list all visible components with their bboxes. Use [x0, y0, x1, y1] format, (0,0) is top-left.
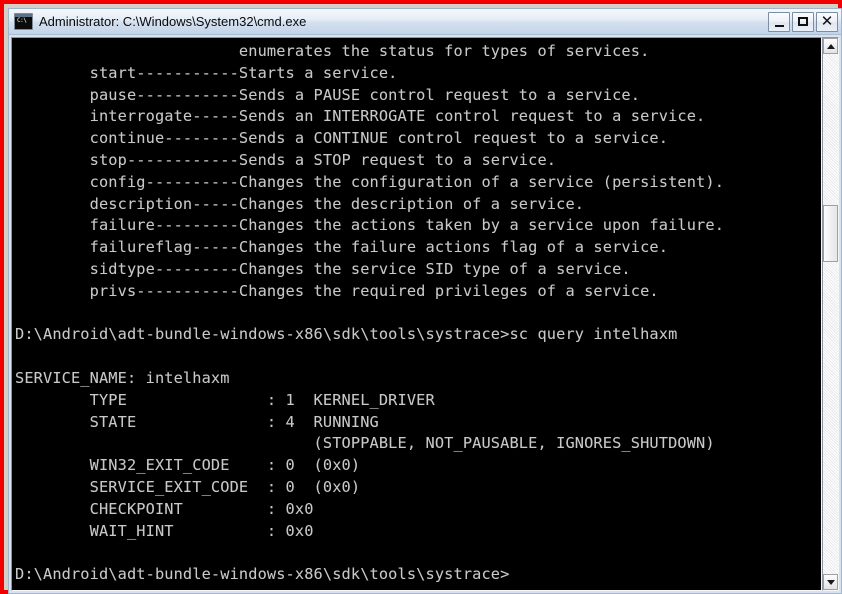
console-line: enumerates the status for types of servi…	[15, 42, 650, 60]
chevron-up-icon	[826, 43, 835, 49]
console-line: stop------------Sends a STOP request to …	[15, 150, 557, 169]
cmd-console-icon: C:\	[14, 13, 33, 30]
scrollbar-track[interactable]	[823, 54, 838, 574]
console-text-buffer[interactable]: enumerates the status for types of servi…	[12, 38, 821, 590]
vertical-scrollbar[interactable]	[822, 37, 839, 591]
console-line: CHECKPOINT : 0x0	[15, 499, 314, 518]
minimize-button[interactable]	[768, 11, 790, 32]
console-line: config----------Changes the configuratio…	[15, 172, 725, 191]
close-icon: ✕	[820, 13, 834, 30]
console-line: pause-----------Sends a PAUSE control re…	[15, 85, 641, 104]
console-line: failure---------Changes the actions take…	[15, 216, 725, 235]
maximize-icon	[798, 17, 808, 26]
console-line: sidtype---------Changes the service SID …	[15, 259, 631, 278]
console-line: privs-----------Changes the required pri…	[15, 281, 659, 300]
console-line: STATE : 4 RUNNING	[15, 412, 379, 431]
console-line: failureflag-----Changes the failure acti…	[15, 238, 669, 257]
console-line: WIN32_EXIT_CODE : 0 (0x0)	[15, 456, 361, 475]
console-line: interrogate-----Sends an INTERROGATE con…	[15, 107, 706, 126]
window-controls: ✕	[768, 11, 839, 32]
maximize-button[interactable]	[792, 11, 814, 32]
console-line: WAIT_HINT : 0x0	[15, 521, 314, 540]
client-area: enumerates the status for types of servi…	[9, 35, 841, 593]
cmd-window: C:\ Administrator: C:\Windows\System32\c…	[8, 8, 842, 594]
console-line: (STOPPABLE, NOT_PAUSABLE, IGNORES_SHUTDO…	[15, 434, 715, 453]
console-viewport[interactable]: enumerates the status for types of servi…	[11, 37, 822, 591]
close-button[interactable]: ✕	[816, 11, 838, 32]
window-title: Administrator: C:\Windows\System32\cmd.e…	[39, 13, 307, 29]
console-line: TYPE : 1 KERNEL_DRIVER	[15, 390, 435, 409]
console-line: start-----------Starts a service.	[15, 63, 398, 82]
console-line: SERVICE_NAME: intelhaxm	[15, 368, 230, 387]
console-line: continue--------Sends a CONTINUE control…	[15, 129, 669, 148]
scroll-down-arrow[interactable]	[823, 574, 838, 590]
chevron-down-icon	[826, 579, 835, 585]
cmd-icon-glyph: C:\	[17, 17, 27, 24]
console-line: description-----Changes the description …	[15, 194, 585, 213]
console-line: D:\Android\adt-bundle-windows-x86\sdk\to…	[15, 325, 678, 344]
scroll-up-arrow[interactable]	[823, 38, 838, 54]
annotation-red-border: C:\ Administrator: C:\Windows\System32\c…	[0, 0, 842, 594]
console-line: D:\Android\adt-bundle-windows-x86\sdk\to…	[15, 565, 510, 584]
scrollbar-thumb[interactable]	[823, 204, 838, 262]
minimize-icon	[774, 24, 784, 27]
console-line: SERVICE_EXIT_CODE : 0 (0x0)	[15, 477, 361, 496]
title-bar[interactable]: C:\ Administrator: C:\Windows\System32\c…	[9, 9, 841, 35]
